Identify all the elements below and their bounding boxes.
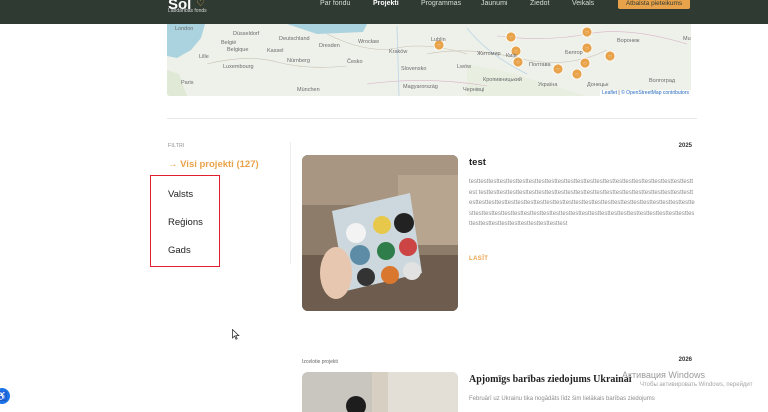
map-label: Донецьк: [587, 82, 609, 88]
map-label: Paris: [181, 80, 194, 86]
nav-link-projekti[interactable]: Projekti: [373, 0, 399, 8]
svg-text:♡: ♡: [608, 54, 612, 59]
map-label: Україна: [538, 82, 558, 88]
mouse-cursor-icon: [232, 329, 240, 340]
map-label: Luxembourg: [223, 64, 254, 70]
svg-text:♡: ♡: [585, 30, 589, 35]
leaflet-link[interactable]: Leaflet: [602, 90, 617, 96]
filters-heading: FILTRI: [168, 143, 185, 149]
windows-activation-text: Чтобы активировать Windows, перейдит: [640, 382, 753, 388]
top-navigation-bar: Sol ♡ Labdarības fonds Par fondu Projekt…: [0, 0, 768, 24]
map-label: Kraków: [389, 49, 408, 55]
map-label: München: [297, 87, 320, 93]
project-image[interactable]: [302, 372, 458, 412]
map-label: Кропивницький: [483, 77, 522, 83]
nav-link-par-fondu[interactable]: Par fondu: [320, 0, 350, 8]
nav-link-veikals[interactable]: Veikals: [572, 0, 594, 8]
map-label: Deutschland: [279, 36, 310, 42]
map-label: Düsseldorf: [233, 31, 260, 37]
svg-text:♡: ♡: [575, 72, 579, 77]
openstreetmap-link[interactable]: © OpenStreetMap contributors: [621, 90, 689, 96]
svg-text:♡: ♡: [556, 67, 560, 72]
map-label: Nürnberg: [287, 58, 310, 64]
filter-region[interactable]: Reģions: [168, 217, 203, 228]
map-label: Воронеж: [617, 38, 640, 44]
svg-text:♡: ♡: [509, 35, 513, 40]
map-label: Житомир: [477, 51, 501, 57]
project-year: 2026: [678, 357, 692, 363]
filter-year[interactable]: Gads: [168, 245, 191, 256]
project-image[interactable]: [302, 155, 458, 311]
filter-country[interactable]: Valsts: [168, 189, 193, 200]
nav-link-jaunumi[interactable]: Jaunumi: [481, 0, 507, 8]
logo-subtitle: Labdarības fonds: [168, 8, 207, 14]
map-label: Полтава: [529, 62, 551, 68]
nav-link-programmas[interactable]: Programmas: [421, 0, 461, 8]
sticker-sheet-photo: [302, 155, 458, 311]
map-label: Lublin: [431, 37, 446, 43]
map-label: Magyarország: [403, 84, 438, 90]
section-divider: [167, 118, 697, 119]
map-label: Belgié: [221, 40, 237, 46]
food-donation-photo: [302, 372, 458, 412]
map-label: Wrocław: [358, 39, 379, 45]
map-label: Dresden: [319, 43, 340, 49]
nav-link-ziedot[interactable]: Ziedot: [530, 0, 549, 8]
project-year: 2025: [678, 143, 692, 149]
read-more-link[interactable]: LASĪT: [469, 256, 488, 262]
map-label: Mu: [683, 36, 691, 42]
project-title[interactable]: Apjomīgs barības ziedojums Ukrainai: [469, 374, 632, 385]
map-label: Чернівці: [463, 87, 485, 93]
map-label: Kassel: [267, 48, 284, 54]
svg-text:♡: ♡: [585, 46, 589, 51]
filters-divider: [290, 142, 291, 264]
project-excerpt: testtesttesttesttesttesttesttesttesttest…: [469, 179, 695, 227]
map-label: London: [175, 26, 194, 32]
project-excerpt: Februārī uz Ukrainu tika nogādāts līdz š…: [469, 396, 655, 402]
windows-activation-title: Активация Windows: [622, 370, 705, 380]
map-label: Белгор: [565, 50, 583, 56]
map-label: Київ: [506, 53, 517, 59]
map-label: Slovensko: [401, 66, 427, 72]
featured-label: Izcelotie projekti: [302, 359, 338, 365]
svg-text:♡: ♡: [516, 60, 520, 65]
map-label: Belgique: [227, 47, 249, 53]
map-label: Lille: [199, 54, 209, 60]
map-label: Lwów: [457, 64, 472, 70]
svg-text:♡: ♡: [437, 43, 441, 48]
map-label: Волгоград: [649, 78, 676, 84]
map-label: Česko: [347, 59, 363, 65]
filter-all-projects[interactable]: → Visi projekti (127): [168, 159, 259, 170]
projects-map[interactable]: ♡ ♡ ♡ ♡ ♡ ♡ ♡ ♡ ♡ ♡ London Düsseldorf Deutschla…: [167, 24, 691, 96]
support-application-button[interactable]: Atbalsta pieteikums: [618, 0, 690, 9]
project-title[interactable]: test: [469, 157, 486, 168]
map-attribution: Leaflet | © OpenStreetMap contributors: [600, 90, 691, 96]
accessibility-icon[interactable]: ♿: [0, 388, 10, 404]
svg-text:♡: ♡: [583, 61, 587, 66]
